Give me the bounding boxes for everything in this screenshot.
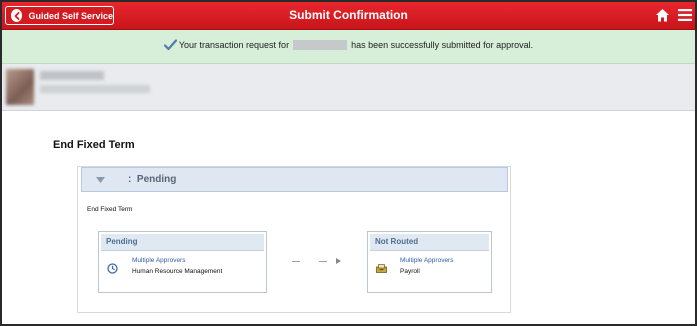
step-1-role: Human Resource Management xyxy=(132,268,223,275)
step-1-status: Pending xyxy=(101,234,264,251)
section-title: End Fixed Term xyxy=(53,139,135,151)
approval-step-2: Not Routed Multiple Approvers Payroll xyxy=(367,231,492,293)
step-1-approver-link[interactable]: Multiple Approvers xyxy=(132,257,185,264)
approval-panel-header[interactable]: : Pending xyxy=(81,167,508,192)
step-2-role: Payroll xyxy=(400,268,420,275)
approval-panel: : Pending End Fixed Term Pending Multipl… xyxy=(77,166,511,313)
home-icon[interactable] xyxy=(655,8,670,23)
employee-name-redacted xyxy=(40,71,104,80)
chevron-down-icon[interactable] xyxy=(96,177,105,183)
approval-status-value: Pending xyxy=(136,174,177,185)
flow-connector-dash xyxy=(319,261,327,262)
success-banner: Your transaction request for has been su… xyxy=(2,30,695,64)
app-frame: Guided Self Service Submit Confirmation … xyxy=(0,0,697,326)
back-button[interactable]: Guided Self Service xyxy=(5,6,114,25)
clock-icon xyxy=(107,263,118,274)
approval-step-1: Pending Multiple Approvers Human Resourc… xyxy=(98,231,267,293)
checkmark-icon xyxy=(163,39,177,51)
employee-details-redacted xyxy=(40,85,150,93)
approval-status: : Pending xyxy=(128,174,176,185)
menu-icon[interactable] xyxy=(678,9,692,21)
chevron-left-icon xyxy=(11,9,23,22)
employee-header xyxy=(2,64,695,111)
success-message: Your transaction request for has been su… xyxy=(2,39,695,51)
success-message-suffix: has been successfully submitted for appr… xyxy=(351,40,534,50)
header-bar: Guided Self Service Submit Confirmation xyxy=(2,2,695,30)
arrow-right-icon xyxy=(336,258,341,264)
redacted-name xyxy=(293,40,348,50)
inbox-icon xyxy=(376,264,387,273)
step-2-status: Not Routed xyxy=(370,234,489,251)
approval-flow-title: End Fixed Term xyxy=(87,206,133,213)
success-message-prefix: Your transaction request for xyxy=(178,40,290,50)
back-button-label: Guided Self Service xyxy=(28,10,113,21)
approval-status-separator: : xyxy=(128,174,132,185)
step-2-approver-link[interactable]: Multiple Approvers xyxy=(400,257,453,264)
flow-connector-dash xyxy=(292,261,300,262)
avatar xyxy=(6,69,34,105)
